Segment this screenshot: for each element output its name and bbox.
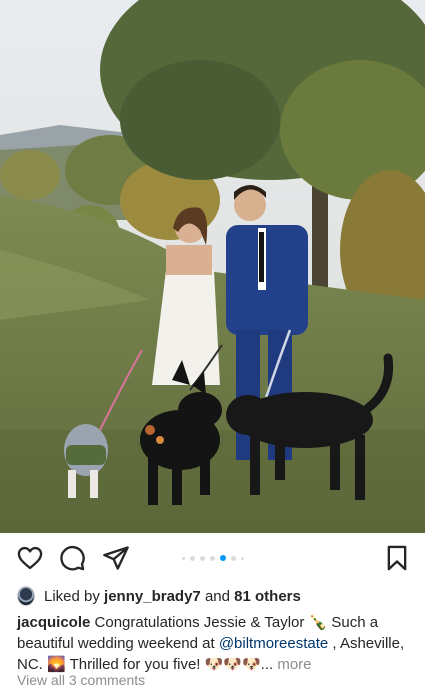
carousel-dot [209,555,215,561]
bookmark-icon[interactable] [383,544,411,572]
caption-username[interactable]: jacquicole [17,614,90,631]
carousel-dot [199,555,205,561]
post-caption: jacquicole Congratulations Jessie & Tayl… [17,612,412,675]
carousel-dot-active [219,555,226,561]
carousel-dot [240,556,244,560]
likes-prefix: Liked by [44,587,100,605]
likes-summary[interactable]: Liked by jenny_brady7 and 81 others [17,585,301,607]
avatar [17,586,35,606]
likes-others-count[interactable]: 81 others [234,588,301,605]
wedding-photo [0,0,425,533]
carousel-indicator [0,554,425,562]
post-photo[interactable] [0,0,425,533]
post-actions [0,540,425,576]
carousel-dot [181,556,185,560]
likes-middle: and [204,587,230,605]
caption-mention[interactable]: @biltmoreestate [219,635,328,652]
more-link[interactable]: more [273,656,311,673]
carousel-dot [230,555,236,561]
view-comments-link[interactable]: View all 3 comments [17,672,145,688]
carousel-dot [189,555,195,561]
liker-username[interactable]: jenny_brady7 [104,588,201,605]
